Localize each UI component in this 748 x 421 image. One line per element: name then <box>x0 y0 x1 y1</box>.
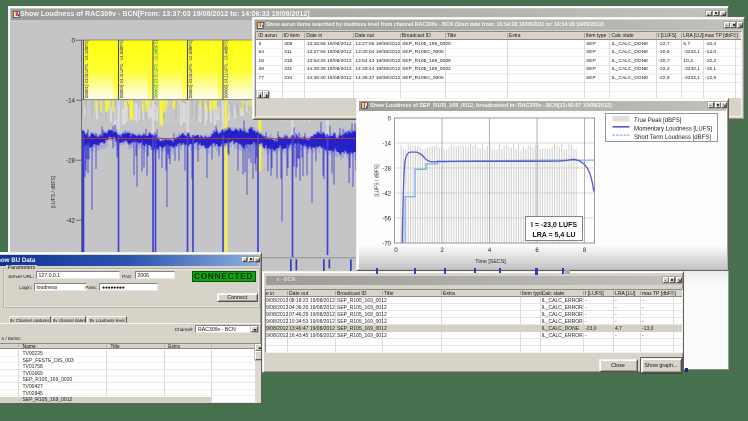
svg-text:0: 0 <box>72 38 76 45</box>
svg-text:06006[-24,1LUFS, -13,4dBFS]: 06006[-24,1LUFS, -13,4dBFS] <box>224 40 229 98</box>
svg-text:Short Term Loudness [dBFS]: Short Term Loudness [dBFS] <box>634 134 711 140</box>
svg-text:06003[-23,0LUFS, -12,6dBFS]: 06003[-23,0LUFS, -12,6dBFS] <box>188 40 193 98</box>
svg-text:4: 4 <box>487 248 491 254</box>
svg-text:06002[-23,5LUFS, -11,0dBFS]: 06002[-23,5LUFS, -11,0dBFS] <box>154 40 159 98</box>
svg-text:06001[-23,0LUFS, -13,1dBFS]: 06001[-23,0LUFS, -13,1dBFS] <box>84 40 89 98</box>
svg-text:-42: -42 <box>382 191 391 197</box>
svg-text:-14: -14 <box>382 141 391 147</box>
svg-text:06004[-24,4LUFS, -14,6dBFS]: 06004[-24,4LUFS, -14,6dBFS] <box>119 40 124 98</box>
svg-text:6: 6 <box>535 248 539 254</box>
svg-text:-70: -70 <box>382 241 391 247</box>
svg-text:-28: -28 <box>382 166 391 172</box>
svg-text:Time [SECS]: Time [SECS] <box>475 259 506 265</box>
svg-text:I = -23,0 LUFS: I = -23,0 LUFS <box>530 221 576 228</box>
svg-text:[LUFS / dBFS]: [LUFS / dBFS] <box>51 175 57 208</box>
svg-text:-56: -56 <box>382 216 391 222</box>
svg-text:[LUFS / dBFS]: [LUFS / dBFS] <box>374 163 380 196</box>
svg-text:-14: -14 <box>66 98 76 105</box>
svg-text:-42: -42 <box>66 218 76 225</box>
svg-text:2: 2 <box>440 248 444 254</box>
svg-text:True Peak [dBFS]: True Peak [dBFS] <box>634 118 682 124</box>
svg-text:LRA = 5,4 LU: LRA = 5,4 LU <box>532 231 575 238</box>
svg-text:0: 0 <box>394 248 398 254</box>
svg-text:-28: -28 <box>66 158 76 165</box>
svg-text:0: 0 <box>387 116 391 122</box>
svg-text:Momentary Loudness [LUFS]: Momentary Loudness [LUFS] <box>634 126 712 132</box>
svg-text:8: 8 <box>582 248 586 254</box>
